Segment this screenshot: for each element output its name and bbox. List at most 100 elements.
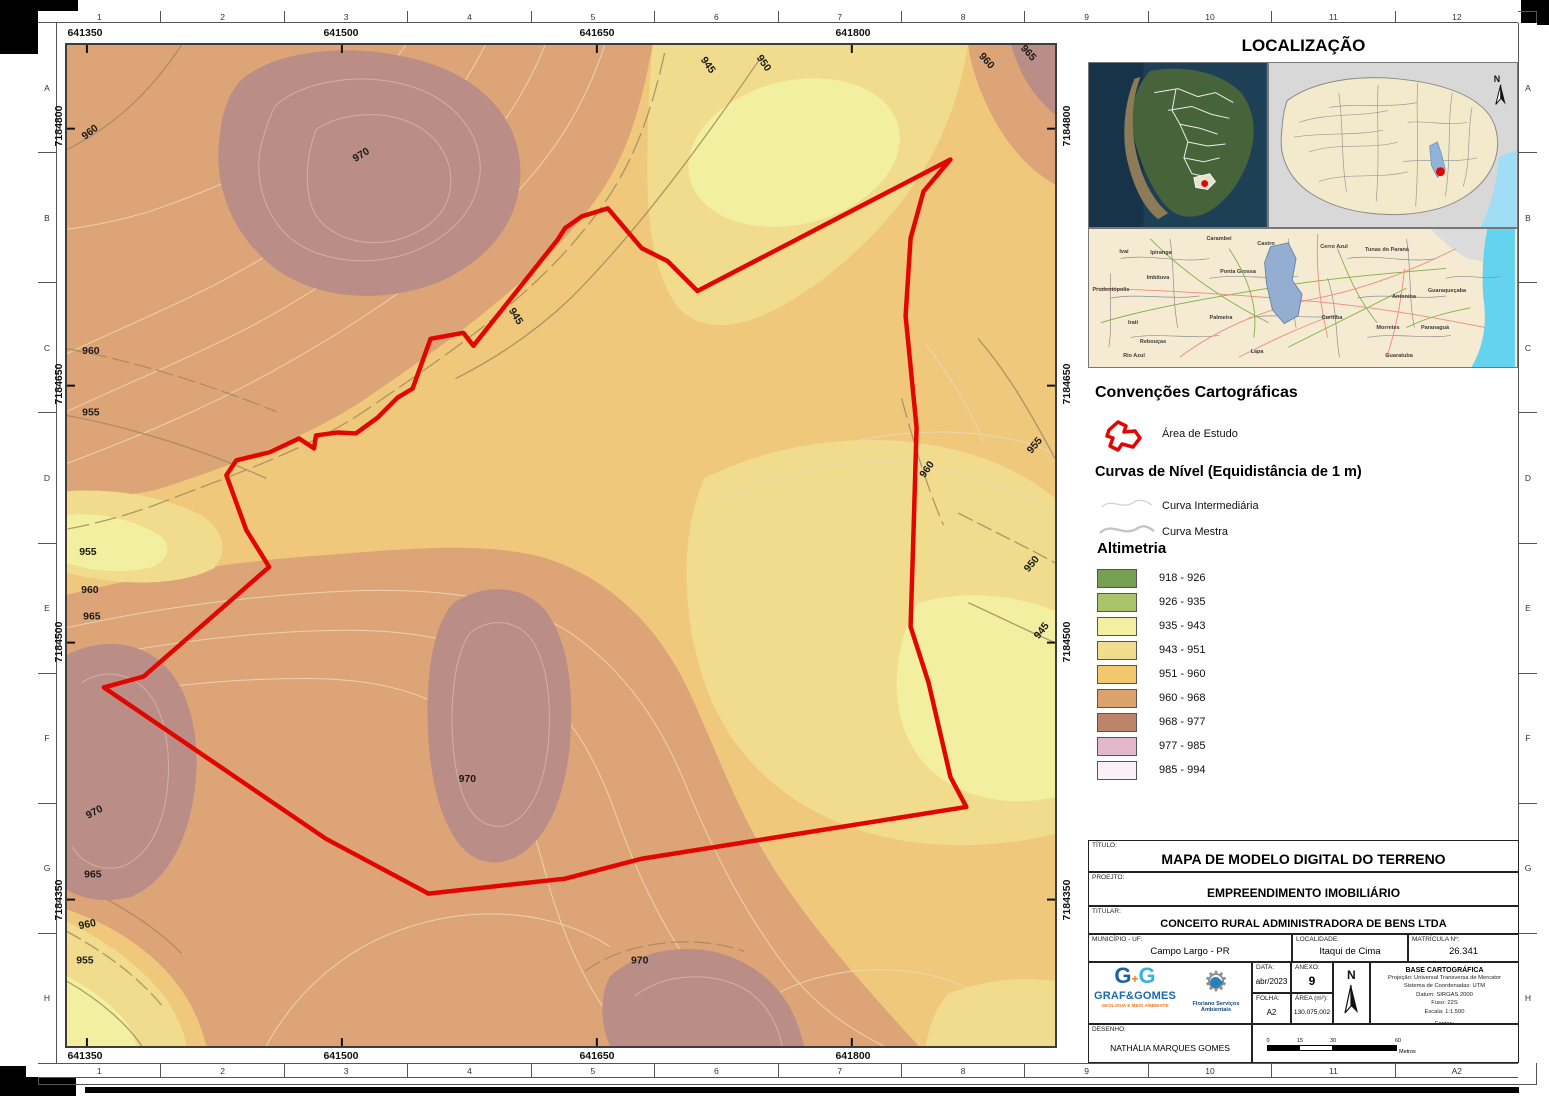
city-label: Prudentópolis <box>1093 287 1130 293</box>
altimetry-legend: 918 - 926926 - 935935 - 943943 - 951951 … <box>1097 566 1347 782</box>
grid-row-letter: F <box>1519 674 1537 804</box>
city-label: Castro <box>1257 241 1274 247</box>
altimetry-swatch <box>1097 737 1137 756</box>
terrain-svg: 9609709459459509609659609559609559509459… <box>67 45 1055 1046</box>
altimetry-range-label: 985 - 994 <box>1159 764 1205 776</box>
grid-cell-top: 6 <box>655 11 778 22</box>
altimetry-range-label: 960 - 968 <box>1159 692 1205 704</box>
grid-cell-bottom: 3 <box>285 1064 408 1077</box>
trim-bar-bottom <box>85 1087 1519 1093</box>
altimetry-class-row: 968 - 977 <box>1097 710 1347 734</box>
graf-logo-text: GRAF&GOMES <box>1093 990 1177 1002</box>
city-label: Ponta Grossa <box>1220 269 1256 275</box>
matricula-cell: MATRÍCULA Nº: 26.341 <box>1408 934 1519 962</box>
altimetry-swatch <box>1097 761 1137 780</box>
contour-elevation-label: 970 <box>631 955 649 966</box>
brazil-inset-map <box>1088 62 1268 228</box>
projeto-cell: PROEJTO: EMPREENDIMENTO IMOBILIÁRIO <box>1088 872 1519 906</box>
grid-row-letter: F <box>38 674 56 804</box>
scale-bar: 0153060 <box>1267 1045 1397 1051</box>
grid-cell-bottom: 5 <box>532 1064 655 1077</box>
grid-row-letter: A <box>1519 23 1537 153</box>
contour-elevation-label: 955 <box>76 955 94 966</box>
grid-cell-top: 8 <box>902 11 1025 22</box>
desenho-cell: DESENHO: NATHÁLIA MARQUES GOMES <box>1088 1024 1252 1063</box>
titular-label: TITULAR: <box>1092 908 1121 915</box>
grid-cell-bottom: 11 <box>1272 1064 1395 1077</box>
grid-cell-bottom: 4 <box>408 1064 531 1077</box>
scale-tick-label: 30 <box>1330 1038 1336 1044</box>
city-label: Curitiba <box>1322 315 1343 321</box>
grid-cell-top: 9 <box>1025 11 1148 22</box>
city-label: Ipiranga <box>1150 250 1171 256</box>
grid-cell-top: 4 <box>408 11 531 22</box>
grid-row-letter: E <box>38 544 56 674</box>
altimetry-range-label: 926 - 935 <box>1159 596 1205 608</box>
conventions-title: Convenções Cartográficas <box>1095 384 1298 402</box>
altimetry-range-label: 935 - 943 <box>1159 620 1205 632</box>
projeto-label: PROEJTO: <box>1092 874 1124 881</box>
city-labels: IvaíIpirangaCarambeíCastroCerro AzulTuna… <box>1089 229 1518 368</box>
north-letter: N <box>1347 968 1356 982</box>
grid-row-letter: H <box>1519 934 1537 1063</box>
grid-cell-top: 5 <box>532 11 655 22</box>
graf-gomes-logo: G+G GRAF&GOMES GEOLOGIA E MEIO AMBIENTE <box>1093 965 1177 1008</box>
grid-band-bottom: 1234567891011A2 <box>38 1063 1518 1078</box>
city-label: Morretes <box>1376 325 1399 331</box>
master-contour-icon <box>1098 519 1156 541</box>
logos-cell: G+G GRAF&GOMES GEOLOGIA E MEIO AMBIENTE … <box>1088 962 1252 1024</box>
municipio-cell: MUNICÍPIO - UF: Campo Largo - PR <box>1088 934 1292 962</box>
base-cartografica-line: Escala: 1:1.500 <box>1371 1008 1518 1016</box>
altimetry-class-row: 977 - 985 <box>1097 734 1347 758</box>
altimetry-range-label: 951 - 960 <box>1159 668 1205 680</box>
grid-row-letter: C <box>38 283 56 413</box>
city-label: Rio Azul <box>1123 353 1145 359</box>
north-arrow-icon: N <box>1334 963 1369 1023</box>
intermediate-contour-label: Curva Intermediária <box>1162 500 1259 512</box>
grid-cell-top: 10 <box>1149 11 1272 22</box>
trim-mark-bottom-left <box>0 1066 26 1096</box>
contour-elevation-label: 965 <box>83 612 101 623</box>
altimetry-class-row: 918 - 926 <box>1097 566 1347 590</box>
altimetry-range-label: 918 - 926 <box>1159 572 1205 584</box>
titulo-cell: TÍTULO: MAPA DE MODELO DIGITAL DO TERREN… <box>1088 840 1519 872</box>
grid-cell-bottom: 2 <box>161 1064 284 1077</box>
altimetry-class-row: 985 - 994 <box>1097 758 1347 782</box>
city-label: Rebouças <box>1140 339 1166 345</box>
project-name: EMPREENDIMENTO IMOBILIÁRIO <box>1089 873 1518 905</box>
map-title: MAPA DE MODELO DIGITAL DO TERRENO <box>1089 841 1518 871</box>
grid-row-letter: B <box>1519 153 1537 283</box>
city-label: Guaratuba <box>1385 353 1413 359</box>
altimetry-range-label: 977 - 985 <box>1159 740 1205 752</box>
grid-band-right: ABCDEFGH <box>1518 23 1537 1063</box>
anexo-label: ANEXO: <box>1295 964 1320 971</box>
parana-inset-map: N <box>1268 62 1518 228</box>
area-label: ÁREA (m²): <box>1295 995 1328 1002</box>
altimetry-swatch <box>1097 641 1137 660</box>
altimetry-title: Altimetria <box>1097 540 1166 557</box>
terrain-map: 9609709459459509609659609559609559509459… <box>65 43 1057 1048</box>
north-cell: N <box>1333 962 1370 1024</box>
intermediate-contour-icon <box>1100 494 1154 514</box>
contour-elevation-label: 955 <box>79 547 97 558</box>
data-label: DATA: <box>1256 964 1274 971</box>
base-cartografica-cell: BASE CARTOGRÁFICA Projeção: Universal Tr… <box>1370 962 1519 1024</box>
scale-segment <box>1332 1046 1396 1050</box>
base-cartografica-line: Sistema de Coordenadas: UTM <box>1371 982 1518 990</box>
scale-segment <box>1268 1046 1300 1050</box>
altimetry-swatch <box>1097 617 1137 636</box>
grid-cell-top: 12 <box>1396 11 1518 22</box>
parana-shape <box>1281 78 1498 215</box>
data-cell: DATA: abr/2023 <box>1252 962 1291 993</box>
city-label: Lapa <box>1251 349 1264 355</box>
altimetry-class-row: 926 - 935 <box>1097 590 1347 614</box>
grid-cell-top: 11 <box>1272 11 1395 22</box>
contours-title: Curvas de Nível (Equidistância de 1 m) <box>1095 464 1362 480</box>
altimetry-class-row: 951 - 960 <box>1097 662 1347 686</box>
svg-text:N: N <box>1494 74 1500 84</box>
grid-row-letter: H <box>38 934 56 1063</box>
altimetry-swatch <box>1097 689 1137 708</box>
grid-cell-bottom: 8 <box>902 1064 1025 1077</box>
altimetry-swatch <box>1097 665 1137 684</box>
grid-cell-bottom: 7 <box>779 1064 902 1077</box>
